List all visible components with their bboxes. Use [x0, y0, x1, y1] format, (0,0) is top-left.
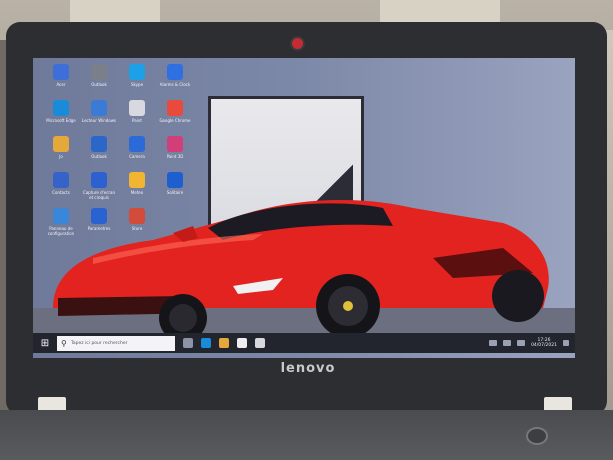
desktop-icon-label: Camera [129, 154, 145, 159]
desktop-icon-label: Skype [130, 82, 144, 87]
contacts-icon [53, 172, 69, 188]
desktop-icon[interactable]: Capture d'ecran et croquis [81, 172, 117, 208]
system-tray: 17:26 04/07/2021 [489, 338, 575, 348]
laptop-screen: Acer Outlook Skype Alarms & Clock Microsoft … [33, 58, 575, 358]
mail-icon[interactable] [255, 338, 265, 348]
desktop-icon-label: Panneau de configuration [47, 226, 75, 236]
desktop-icon-label: Paint [132, 118, 142, 123]
power-button[interactable] [526, 427, 548, 445]
desktop-icon[interactable]: Paint [119, 100, 155, 136]
app-icon [53, 64, 69, 80]
desktop-icon[interactable]: Skype [119, 64, 155, 100]
desktop-icon-label: Alarms & Clock [159, 82, 191, 87]
search-placeholder: Tapez ici pour rechercher [70, 340, 128, 346]
weather-icon [129, 172, 145, 188]
paint3d-icon [167, 136, 183, 152]
media-icon [91, 100, 107, 116]
laptop-base [0, 410, 613, 460]
desktop-icon-label: Capture d'ecran et croquis [82, 190, 116, 200]
desktop-icon-label: Outlook [91, 82, 107, 87]
taskbar-search[interactable]: ⚲ Tapez ici pour rechercher [57, 335, 175, 351]
desktop-icon-label: Parametres [87, 226, 111, 231]
notifications-icon[interactable] [563, 340, 569, 346]
desktop-icon[interactable]: Parametres [81, 208, 117, 244]
laptop-brand-logo: lenovo [280, 361, 336, 376]
desktop-icon-grid: Acer Outlook Skype Alarms & Clock Microsoft … [43, 64, 193, 274]
desktop-icon-label: Acer [56, 82, 66, 87]
network-icon[interactable] [503, 340, 512, 346]
desktop-icon[interactable]: Outlook [81, 136, 117, 172]
taskbar: ⊞ ⚲ Tapez ici pour rechercher 17:26 04/0… [33, 333, 575, 353]
edge-icon[interactable] [201, 338, 211, 348]
desktop-icon[interactable]: Store [119, 208, 155, 244]
desktop-icon[interactable]: Lecteur Windows [81, 100, 117, 136]
desktop-icon[interactable]: Outlook [81, 64, 117, 100]
desktop-icon-label: Microsoft Edge [46, 118, 76, 123]
desktop-icon-label: Contacts [52, 190, 70, 195]
desktop-icon[interactable]: Paint 3D [157, 136, 193, 172]
control-panel-icon [53, 208, 69, 224]
task-view-icon[interactable] [183, 338, 193, 348]
desktop-icon-label: Jo [59, 154, 63, 159]
desktop-icon[interactable]: Solitaire [157, 172, 193, 208]
cards-icon [167, 172, 183, 188]
webcam [292, 38, 303, 49]
gear-icon [91, 208, 107, 224]
desktop-icon[interactable]: Panneau de configuration [43, 208, 79, 244]
app-icon [91, 64, 107, 80]
desktop-icon-label: Meteo [130, 190, 144, 195]
desktop-icon[interactable]: Acer [43, 64, 79, 100]
paint-icon [129, 100, 145, 116]
desktop-icon-label: Store [131, 226, 143, 231]
camera-icon [129, 136, 145, 152]
volume-icon[interactable] [517, 340, 526, 346]
store-icon[interactable] [237, 338, 247, 348]
search-icon: ⚲ [61, 338, 67, 348]
desktop-icon[interactable]: Google Chrome [157, 100, 193, 136]
desktop-icon[interactable]: Jo [43, 136, 79, 172]
desktop-icon-label: Google Chrome [159, 118, 191, 123]
desktop-icon[interactable]: Contacts [43, 172, 79, 208]
chrome-icon [167, 100, 183, 116]
skype-icon [129, 64, 145, 80]
snip-icon [91, 172, 107, 188]
start-button[interactable]: ⊞ [37, 335, 53, 351]
clock-date: 04/07/2021 [531, 343, 557, 348]
desktop-icon[interactable]: Meteo [119, 172, 155, 208]
clock-icon [167, 64, 183, 80]
desktop-icon[interactable]: Microsoft Edge [43, 100, 79, 136]
store-icon [129, 208, 145, 224]
desktop-icon-label: Solitaire [166, 190, 184, 195]
desktop-icon[interactable]: Camera [119, 136, 155, 172]
taskbar-clock[interactable]: 17:26 04/07/2021 [531, 338, 557, 348]
file-explorer-icon[interactable] [219, 338, 229, 348]
desktop-icon-label: Outlook [91, 154, 107, 159]
app-icon [91, 136, 107, 152]
desktop-icon-label: Paint 3D [166, 154, 184, 159]
desktop-icon-label: Lecteur Windows [81, 118, 117, 123]
desktop-icon[interactable]: Alarms & Clock [157, 64, 193, 100]
folder-icon [53, 136, 69, 152]
battery-icon[interactable] [489, 340, 498, 346]
edge-icon [53, 100, 69, 116]
